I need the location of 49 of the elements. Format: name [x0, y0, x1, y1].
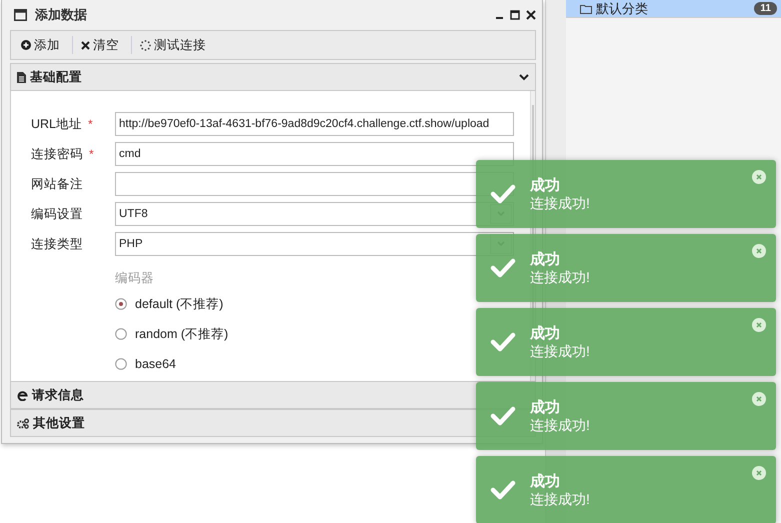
toast-title: 成功 [530, 176, 561, 194]
section-header[interactable]: 基础配置 [10, 63, 536, 91]
toast-message: 连接成功! [530, 490, 590, 508]
window-icon [14, 9, 27, 21]
toolbar-button[interactable]: 清空 [77, 34, 127, 56]
required-mark: * [89, 147, 94, 161]
plus-circle-icon [21, 40, 31, 50]
field-label: URL地址 [31, 116, 82, 132]
toolbar-button[interactable]: 添加 [17, 34, 68, 56]
toolbar-button[interactable]: 测试连接 [136, 34, 214, 56]
text-field[interactable]: cmd [115, 142, 514, 166]
select-field[interactable]: PHP [115, 232, 514, 256]
text-field[interactable]: http://be970ef0-13af-4631-bf76-9ad8d9c20cf4.challenge.ctf.show/upload [115, 112, 514, 136]
check-icon [490, 480, 516, 500]
radio-option[interactable]: default (不推荐) [115, 289, 514, 319]
check-icon [490, 184, 516, 204]
group-label: 编码器 [115, 270, 154, 287]
toast-title: 成功 [530, 472, 561, 490]
radio-option[interactable]: random (不推荐) [115, 319, 514, 349]
gears-icon [17, 418, 29, 428]
cross-icon [81, 40, 90, 50]
maximize-icon[interactable] [510, 10, 520, 20]
e-letter-icon [17, 390, 28, 400]
document-icon [17, 72, 26, 82]
required-mark: * [88, 117, 93, 131]
toast-message: 连接成功! [530, 268, 590, 286]
toast-message: 连接成功! [530, 194, 590, 212]
field-label: 网站备注 [31, 176, 83, 192]
count-badge: 11 [754, 2, 777, 15]
radio-button[interactable] [115, 328, 127, 340]
check-icon [490, 406, 516, 426]
category-item[interactable]: 默认分类 11 [566, 0, 781, 18]
field-label: 连接类型 [31, 236, 83, 252]
field-label: 编码设置 [31, 206, 83, 222]
radio-option[interactable]: base64 [115, 349, 514, 379]
toast-title: 成功 [530, 250, 561, 268]
chevron-down-icon [519, 74, 529, 80]
toast-message: 连接成功! [530, 342, 590, 360]
radio-button[interactable] [115, 358, 127, 370]
radio-button[interactable] [115, 298, 127, 310]
window-title: 添加数据 [35, 6, 88, 24]
spinner-icon [140, 40, 151, 50]
category-label: 默认分类 [596, 2, 649, 16]
check-icon [490, 258, 516, 278]
close-icon[interactable] [526, 10, 536, 20]
check-icon [490, 332, 516, 352]
field-label: 连接密码 [31, 146, 83, 162]
toast-title: 成功 [530, 324, 561, 342]
folder-icon [580, 4, 592, 14]
